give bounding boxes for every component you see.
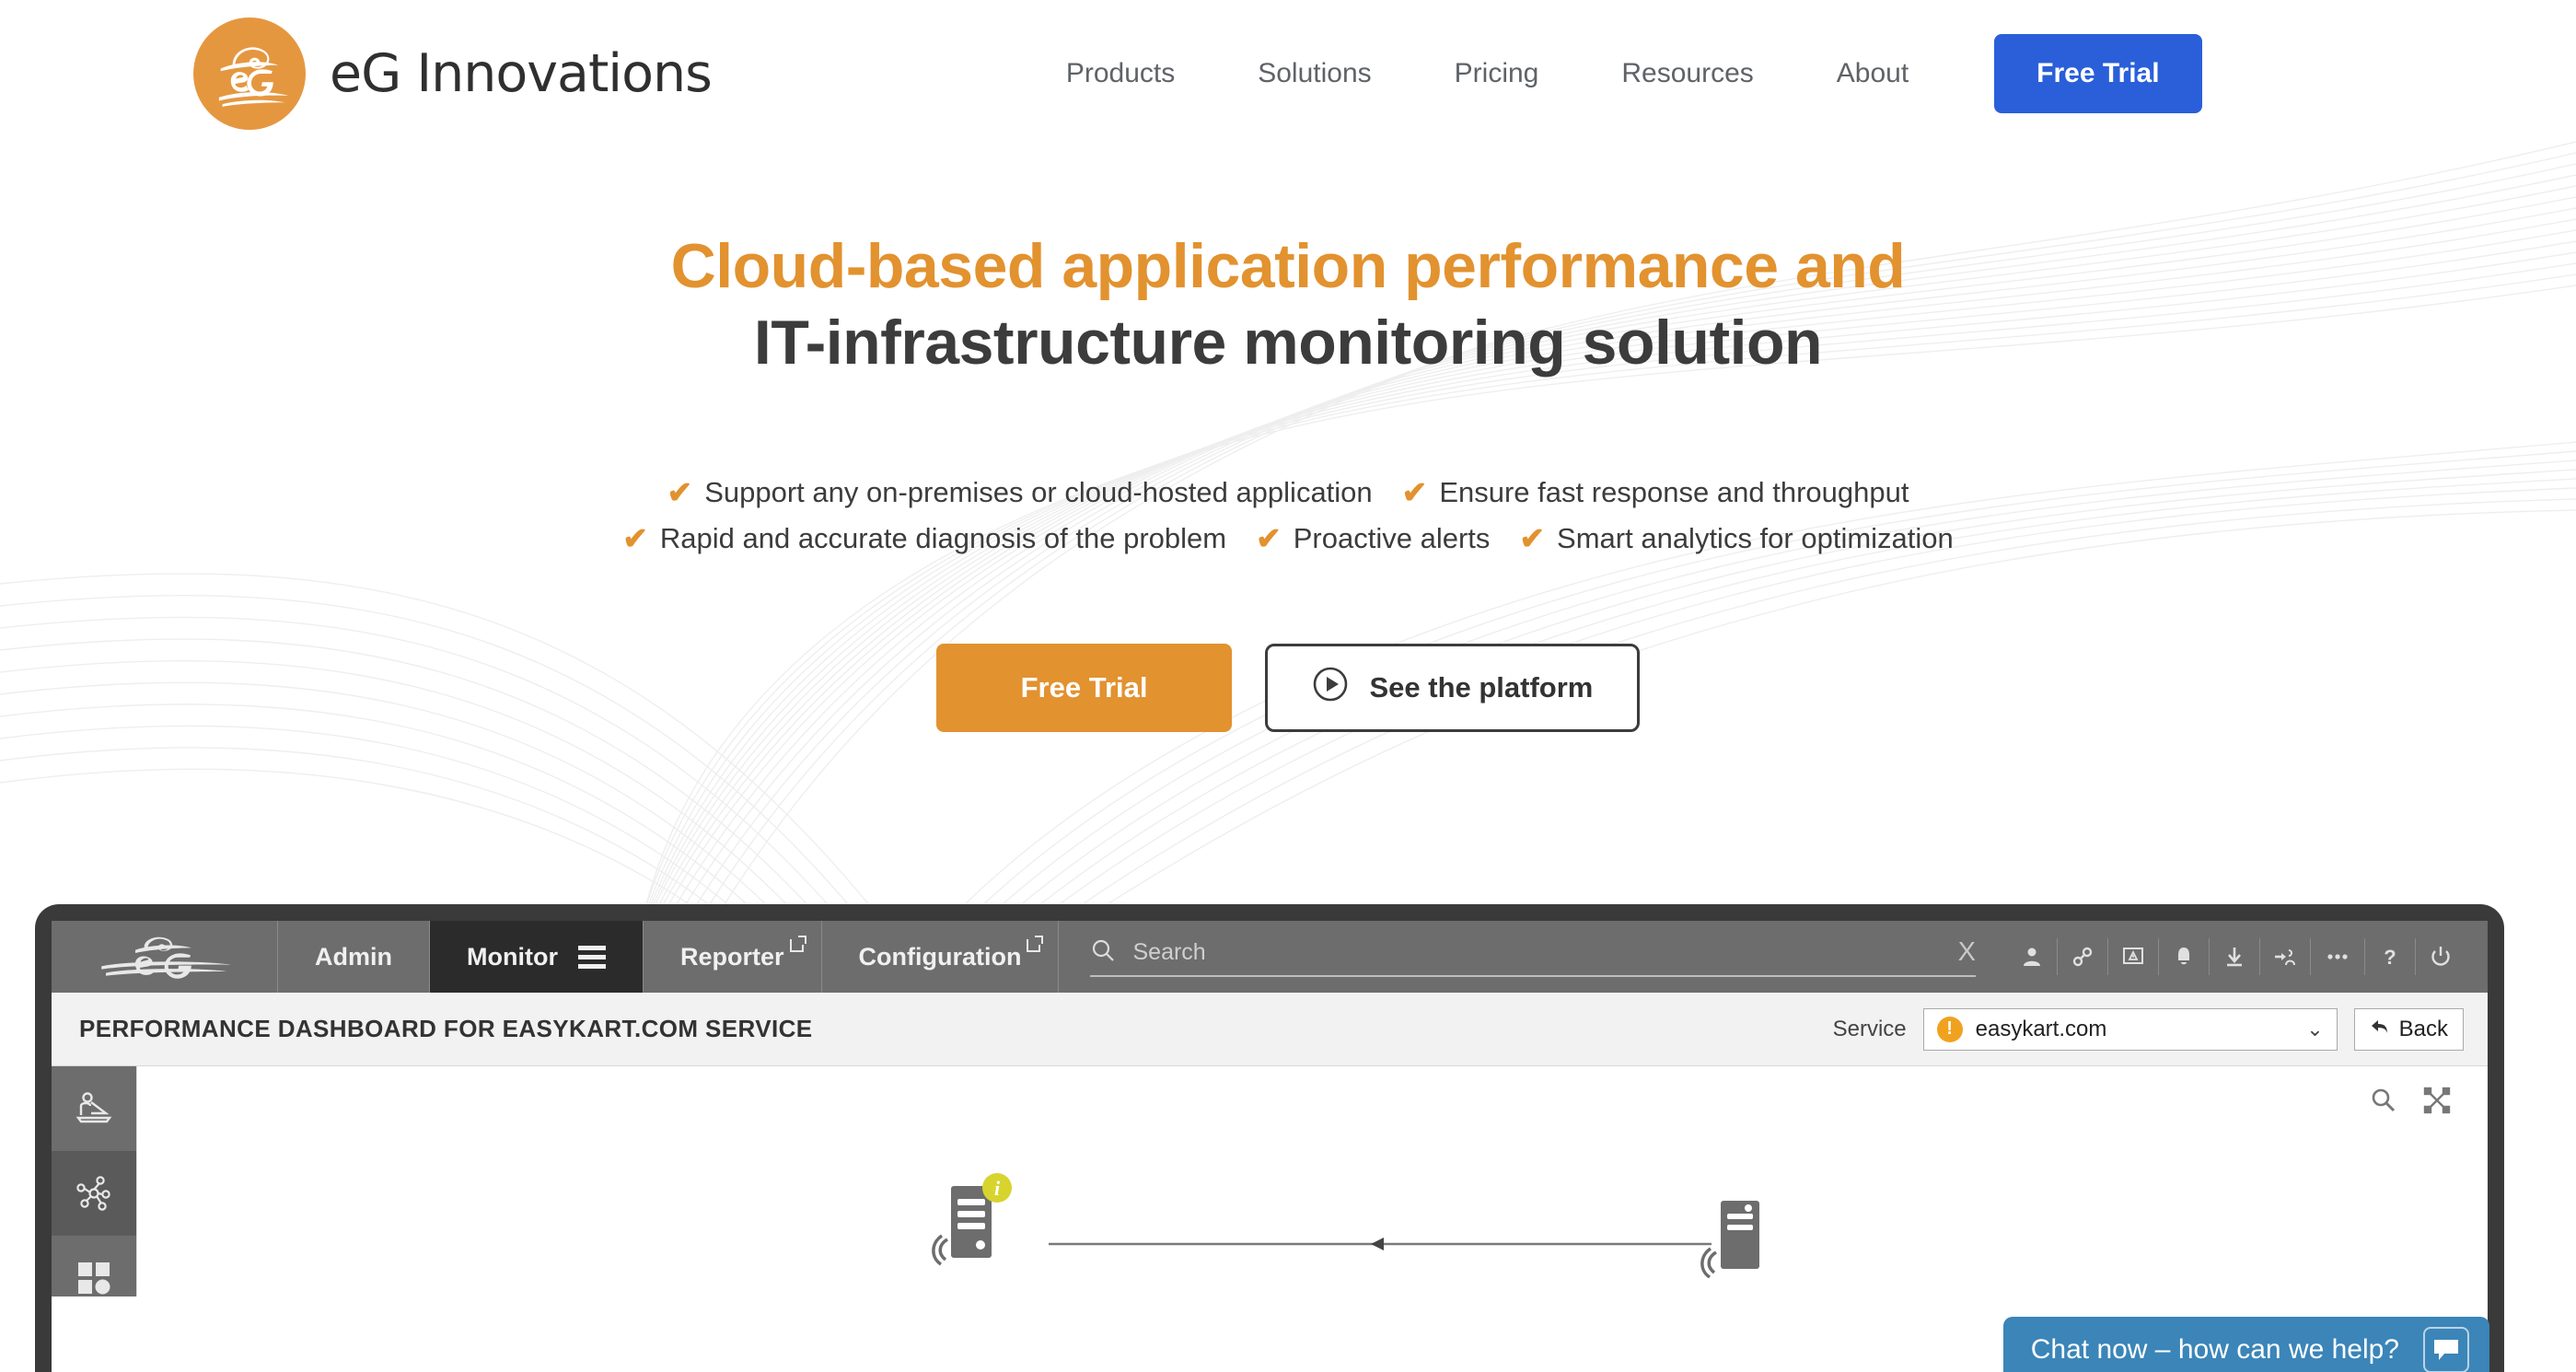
sidebar-item-topology[interactable] — [52, 1151, 136, 1236]
chat-widget[interactable]: Chat now – how can we help? — [2002, 1317, 2489, 1372]
service-value: easykart.com — [1975, 1016, 2107, 1041]
brand-logo-group[interactable]: eG Innovations — [193, 17, 713, 130]
brand-name: eG Innovations — [330, 43, 713, 104]
server-tower-icon — [1700, 1201, 1759, 1279]
power-icon[interactable] — [2416, 938, 2466, 975]
feature-item: ✔ Support any on-premises or cloud-hoste… — [667, 476, 1373, 509]
login-user-icon[interactable] — [2260, 938, 2311, 975]
user-icon[interactable] — [2007, 938, 2058, 975]
hamburger-menu-icon[interactable] — [577, 945, 606, 969]
feature-item: ✔ Rapid and accurate diagnosis of the pr… — [622, 522, 1226, 555]
hero-section: Cloud-based application performance and … — [0, 147, 2576, 732]
hero-cta-group: Free Trial See the platform — [0, 643, 2576, 732]
app-topbar: Admin Monitor Reporter Configuration Sea… — [52, 921, 2488, 993]
feature-label: Rapid and accurate diagnosis of the prob… — [659, 521, 1227, 554]
check-icon: ✔ — [1256, 521, 1282, 556]
see-the-platform-label: See the platform — [1369, 670, 1594, 703]
sidebar-item-layout-grid[interactable] — [52, 1236, 136, 1320]
app-tab-configuration[interactable]: Configuration — [822, 921, 1060, 993]
page-title: PERFORMANCE DASHBOARD FOR EASYKART.COM S… — [79, 1015, 813, 1042]
check-icon: ✔ — [1519, 521, 1546, 556]
app-tab-monitor[interactable]: Monitor — [430, 921, 644, 993]
app-window: Admin Monitor Reporter Configuration Sea… — [52, 921, 2488, 1372]
dashboard-title-bar: PERFORMANCE DASHBOARD FOR EASYKART.COM S… — [52, 993, 2488, 1066]
app-toolbar-icons: ? — [2007, 921, 2488, 993]
site-header: eG Innovations Products Solutions Pricin… — [0, 0, 2576, 147]
zoom-search-icon[interactable] — [2370, 1087, 2397, 1119]
back-arrow-icon — [2370, 1017, 2390, 1042]
feature-label: Support any on-premises or cloud-hosted … — [704, 475, 1373, 508]
search-input[interactable]: Search X — [1090, 937, 1976, 977]
feature-item: ✔ Ensure fast response and throughput — [1402, 476, 1909, 509]
app-tab-reporter[interactable]: Reporter — [644, 921, 822, 993]
hero-free-trial-button[interactable]: Free Trial — [935, 643, 1233, 732]
back-label: Back — [2398, 1016, 2448, 1041]
help-icon[interactable]: ? — [2365, 938, 2416, 975]
svg-text:?: ? — [2384, 946, 2396, 969]
back-button[interactable]: Back — [2353, 1007, 2464, 1051]
app-tab-label: Monitor — [467, 942, 558, 971]
expand-fullscreen-icon[interactable] — [2423, 1087, 2451, 1119]
header-free-trial-button[interactable]: Free Trial — [1994, 34, 2202, 113]
feature-item: ✔ Smart analytics for optimization — [1519, 522, 1953, 555]
feature-row-1: ✔ Support any on-premises or cloud-hoste… — [0, 476, 2576, 509]
more-ellipsis-icon[interactable] — [2311, 938, 2365, 975]
app-screenshot-frame: Admin Monitor Reporter Configuration Sea… — [35, 904, 2504, 1372]
hero-title-line2: IT-infrastructure monitoring solution — [753, 307, 1823, 378]
link-icon[interactable] — [2058, 938, 2108, 975]
feature-label: Smart analytics for optimization — [1557, 521, 1954, 554]
topology-node-secondary[interactable] — [1693, 1177, 1804, 1283]
dashboard-sidebar — [52, 1066, 136, 1296]
service-select[interactable]: ! easykart.com ⌄ — [1922, 1007, 2338, 1051]
sidebar-item-user-laptop[interactable] — [52, 1066, 136, 1151]
external-link-icon — [1025, 932, 1045, 960]
nav-item-pricing[interactable]: Pricing — [1413, 58, 1581, 89]
hero-title-line1: Cloud-based application performance and — [670, 231, 1906, 301]
download-icon[interactable] — [2210, 938, 2260, 975]
hero-feature-list: ✔ Support any on-premises or cloud-hoste… — [0, 476, 2576, 555]
chat-bubble-icon[interactable] — [2423, 1327, 2469, 1372]
nav-item-solutions[interactable]: Solutions — [1216, 58, 1412, 89]
topology-connector — [1049, 1238, 1712, 1250]
feature-item: ✔ Proactive alerts — [1256, 522, 1490, 555]
check-icon: ✔ — [667, 475, 693, 510]
external-link-icon — [788, 932, 808, 960]
nav-item-about[interactable]: About — [1795, 58, 1950, 89]
svg-text:i: i — [994, 1177, 1001, 1200]
service-label: Service — [1832, 1016, 1907, 1041]
nav-item-resources[interactable]: Resources — [1580, 58, 1794, 89]
feature-row-2: ✔ Rapid and accurate diagnosis of the pr… — [0, 522, 2576, 555]
chat-widget-label: Chat now – how can we help? — [2030, 1334, 2399, 1365]
app-tab-label: Configuration — [858, 942, 1022, 971]
app-search-container: Search X — [1059, 921, 2007, 993]
topology-node[interactable]: i — [929, 1168, 1039, 1273]
dashboard-body: i — [52, 1066, 2488, 1296]
bell-icon[interactable] — [2159, 938, 2210, 975]
dashboard-controls: Service ! easykart.com ⌄ Back — [1832, 1007, 2464, 1051]
dashboard-canvas[interactable]: i — [136, 1066, 2488, 1296]
app-tab-label: Reporter — [679, 942, 784, 971]
alert-monitor-icon[interactable] — [2108, 938, 2159, 975]
status-badge: ! — [1936, 1016, 1963, 1042]
play-circle-icon — [1312, 666, 1349, 710]
feature-label: Proactive alerts — [1293, 521, 1491, 554]
main-navigation: Products Solutions Pricing Resources Abo… — [1025, 34, 2202, 113]
see-the-platform-button[interactable]: See the platform — [1265, 643, 1641, 732]
chevron-down-icon: ⌄ — [2306, 1017, 2324, 1041]
server-tower-icon — [932, 1186, 992, 1266]
nav-item-products[interactable]: Products — [1025, 58, 1216, 89]
eg-app-logo-icon[interactable] — [52, 921, 278, 993]
search-placeholder: Search — [1132, 938, 1206, 965]
search-icon — [1090, 937, 1116, 968]
app-tab-label: Admin — [315, 942, 392, 971]
eg-logo-icon — [193, 17, 306, 130]
landing-page: eG Innovations Products Solutions Pricin… — [0, 0, 2576, 1372]
check-icon: ✔ — [622, 521, 648, 556]
canvas-tools — [2370, 1087, 2451, 1119]
search-clear-button[interactable]: X — [1940, 937, 1976, 968]
check-icon: ✔ — [1401, 475, 1428, 510]
app-tab-admin[interactable]: Admin — [278, 921, 430, 993]
feature-label: Ensure fast response and throughput — [1439, 475, 1909, 508]
